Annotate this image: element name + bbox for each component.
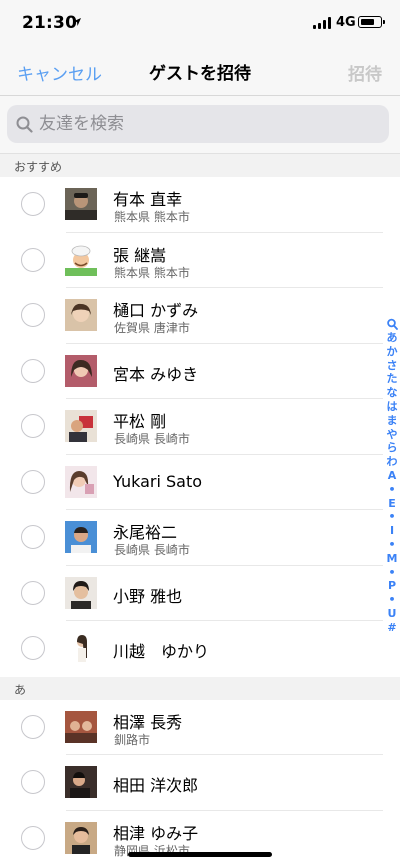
battery-tip: [383, 20, 385, 24]
friend-name: 樋口 かずみ: [113, 301, 199, 320]
select-radio[interactable]: [21, 580, 45, 605]
index-item[interactable]: ら: [383, 441, 400, 455]
friend-name: 相田 洋次郎: [113, 776, 199, 795]
battery-icon: [358, 16, 382, 28]
friend-name: 川越 ゆかり: [113, 642, 210, 661]
select-radio[interactable]: [21, 636, 45, 660]
select-radio[interactable]: [21, 469, 45, 494]
status-time: 21:30: [22, 13, 78, 33]
index-item[interactable]: #: [383, 621, 400, 635]
select-radio[interactable]: [21, 414, 45, 438]
index-item[interactable]: M: [383, 552, 400, 566]
section-index-bar[interactable]: あ か さ た な は ま や ら わ A • E • I • M • P • …: [383, 318, 400, 668]
select-radio[interactable]: [21, 247, 45, 272]
index-item[interactable]: や: [383, 428, 400, 442]
status-bar: 21:30 4G: [0, 0, 400, 44]
index-item[interactable]: か: [383, 345, 400, 359]
list-item[interactable]: 張 継嵩 熊本県 熊本市: [0, 232, 400, 288]
avatar: [65, 243, 97, 276]
page-title: ゲストを招待: [149, 64, 251, 84]
index-item[interactable]: •: [383, 510, 400, 524]
network-type: 4G: [336, 15, 356, 30]
avatar: [65, 410, 97, 442]
friend-name: 平松 剛: [113, 412, 167, 431]
select-radio[interactable]: [21, 525, 45, 549]
index-item[interactable]: A: [383, 469, 400, 483]
avatar: [65, 354, 97, 387]
avatar: [65, 576, 97, 609]
list-item[interactable]: 相澤 長秀 釧路市: [0, 699, 400, 755]
select-radio[interactable]: [21, 770, 45, 794]
avatar: [65, 521, 97, 553]
search-icon: [16, 116, 33, 133]
list-item[interactable]: 樋口 かずみ 佐賀県 唐津市: [0, 288, 400, 344]
avatar: [65, 299, 97, 331]
home-indicator[interactable]: [128, 852, 272, 857]
index-item[interactable]: •: [383, 538, 400, 552]
friend-location: 佐賀県 唐津市: [114, 321, 190, 335]
signal-icon: [313, 17, 331, 29]
index-item[interactable]: さ: [383, 359, 400, 373]
index-item[interactable]: た: [383, 372, 400, 386]
friend-location: 熊本県 熊本市: [114, 210, 190, 224]
avatar: [65, 766, 97, 798]
select-radio[interactable]: [21, 192, 45, 216]
friend-name: 有本 直幸: [113, 190, 183, 209]
list-item[interactable]: 相田 洋次郎: [0, 755, 400, 811]
search-box[interactable]: [7, 105, 389, 143]
location-arrow-icon: [73, 18, 81, 26]
index-item[interactable]: E: [383, 497, 400, 511]
search-input[interactable]: [39, 112, 379, 136]
friend-name: 張 継嵩: [113, 245, 167, 265]
index-item[interactable]: •: [383, 593, 400, 607]
select-radio[interactable]: [21, 303, 45, 327]
avatar: [65, 632, 97, 664]
list-item[interactable]: 小野 雅也: [0, 565, 400, 621]
list-item[interactable]: 平松 剛 長崎県 長崎市: [0, 399, 400, 455]
navigation-bar: キャンセル ゲストを招待 招待: [0, 44, 400, 96]
list-item[interactable]: 川越 ゆかり: [0, 621, 400, 677]
index-item[interactable]: •: [383, 483, 400, 497]
select-radio[interactable]: [21, 825, 45, 850]
friend-location: 釧路市: [114, 732, 151, 747]
index-item[interactable]: あ: [383, 331, 400, 345]
index-item[interactable]: ま: [383, 414, 400, 428]
section-header-recommended: おすすめ: [0, 154, 400, 177]
select-radio[interactable]: [21, 714, 45, 739]
list-item[interactable]: 有本 直幸 熊本県 熊本市: [0, 177, 400, 233]
list-item[interactable]: 相津 ゆみ子 静岡県 浜松市: [0, 810, 400, 866]
index-item[interactable]: I: [383, 524, 400, 538]
index-item[interactable]: U: [383, 607, 400, 621]
friend-list: おすすめ 有本 直幸 熊本県 熊本市 張 継嵩 熊本県 熊本市 樋口 かずみ 佐…: [0, 154, 400, 866]
select-radio[interactable]: [21, 358, 45, 383]
index-item[interactable]: P: [383, 579, 400, 593]
friend-name: Yukari Sato: [113, 471, 202, 491]
friend-name: 相澤 長秀: [113, 712, 183, 732]
friend-name: 宮本 みゆき: [113, 364, 199, 384]
list-item[interactable]: 宮本 みゆき: [0, 343, 400, 399]
avatar: [65, 821, 97, 854]
friend-name: 小野 雅也: [113, 586, 183, 606]
friend-location: 熊本県 熊本市: [114, 265, 190, 280]
index-item[interactable]: な: [383, 386, 400, 400]
search-area: [0, 96, 400, 154]
section-header-a: あ: [0, 676, 400, 700]
avatar: [65, 465, 97, 498]
friend-location: 長崎県 長崎市: [114, 432, 190, 446]
avatar: [65, 188, 97, 220]
list-item[interactable]: Yukari Sato: [0, 454, 400, 510]
index-item[interactable]: は: [383, 400, 400, 414]
index-item[interactable]: わ: [383, 455, 400, 469]
friend-location: 長崎県 長崎市: [114, 543, 190, 557]
invite-button[interactable]: 招待: [348, 60, 382, 85]
list-item[interactable]: 永尾裕二 長崎県 長崎市: [0, 510, 400, 566]
friend-name: 永尾裕二: [113, 523, 178, 542]
avatar: [65, 710, 97, 743]
friend-name: 相津 ゆみ子: [113, 823, 199, 843]
index-item[interactable]: •: [383, 566, 400, 580]
index-search-icon[interactable]: [386, 318, 398, 331]
